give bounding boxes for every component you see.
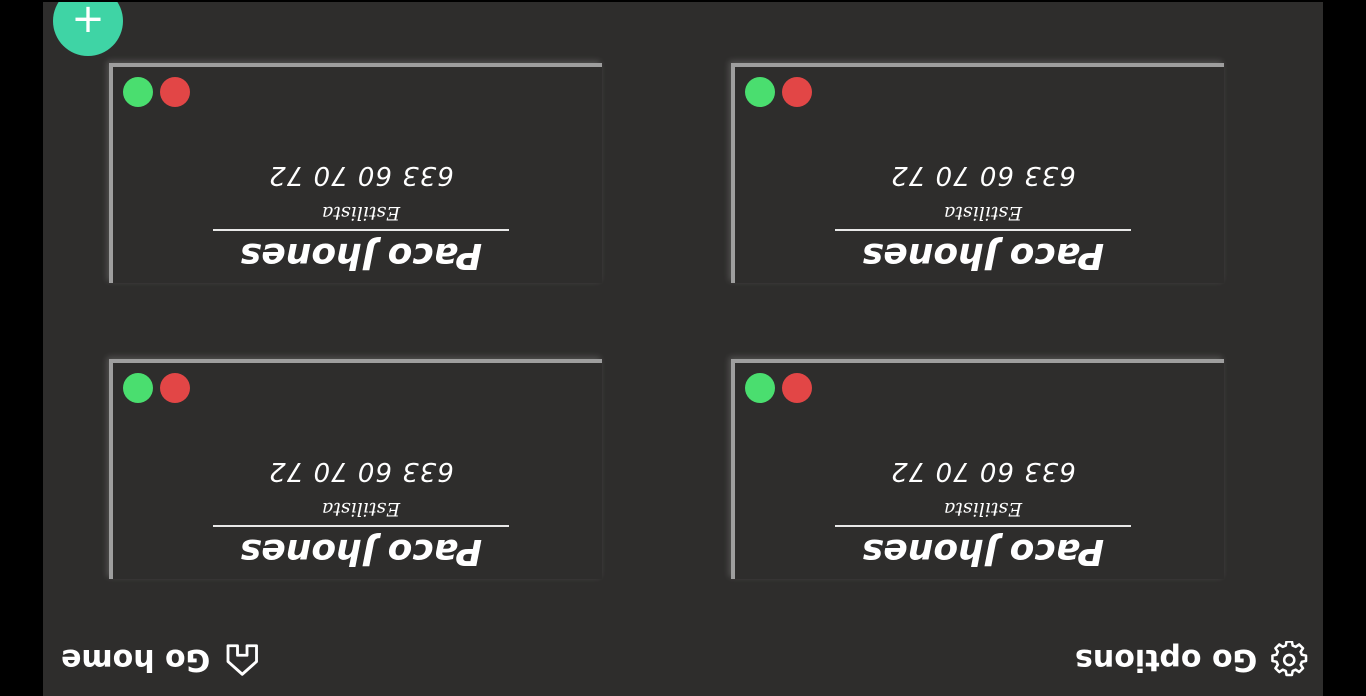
go-home-button[interactable]: Go home [61,632,262,688]
contact-card: Paco Jhones Estilista 633 60 70 72 [109,63,602,283]
card-content: Paco Jhones Estilista 633 60 70 72 [835,137,1131,277]
confirm-dot-button[interactable] [745,373,775,403]
delete-dot-button[interactable] [160,373,190,403]
footer-bar: Go home Go options [43,632,1323,688]
confirm-dot-button[interactable] [123,373,153,403]
card-phone: 633 60 70 72 [890,456,1076,486]
delete-dot-button[interactable] [782,77,812,107]
card-phone: 633 60 70 72 [268,160,454,190]
add-card-button[interactable]: + [53,2,123,56]
card-content: Paco Jhones Estilista 633 60 70 72 [835,433,1131,573]
card-phone: 633 60 70 72 [890,160,1076,190]
contact-card: Paco Jhones Estilista 633 60 70 72 [109,359,602,579]
card-role: Estilista [321,498,401,520]
card-name: Paco Jhones [835,229,1131,277]
go-home-label: Go home [61,642,211,678]
card-name: Paco Jhones [213,229,509,277]
card-name: Paco Jhones [835,525,1131,573]
go-options-button[interactable]: Go options [1075,632,1309,688]
delete-dot-button[interactable] [782,373,812,403]
delete-dot-button[interactable] [160,77,190,107]
card-role: Estilista [321,202,401,224]
gear-icon [1269,640,1309,680]
contact-card: Paco Jhones Estilista 633 60 70 72 [731,63,1224,283]
confirm-dot-button[interactable] [745,77,775,107]
contact-card: Paco Jhones Estilista 633 60 70 72 [731,359,1224,579]
home-icon [222,640,262,680]
confirm-dot-button[interactable] [123,77,153,107]
card-role: Estilista [943,498,1023,520]
card-content: Paco Jhones Estilista 633 60 70 72 [213,137,509,277]
go-options-label: Go options [1074,642,1257,678]
card-name: Paco Jhones [213,525,509,573]
app-screen: + Paco Jhones Estilista 633 60 70 72 Pac… [43,2,1323,696]
card-content: Paco Jhones Estilista 633 60 70 72 [213,433,509,573]
card-phone: 633 60 70 72 [268,456,454,486]
card-role: Estilista [943,202,1023,224]
